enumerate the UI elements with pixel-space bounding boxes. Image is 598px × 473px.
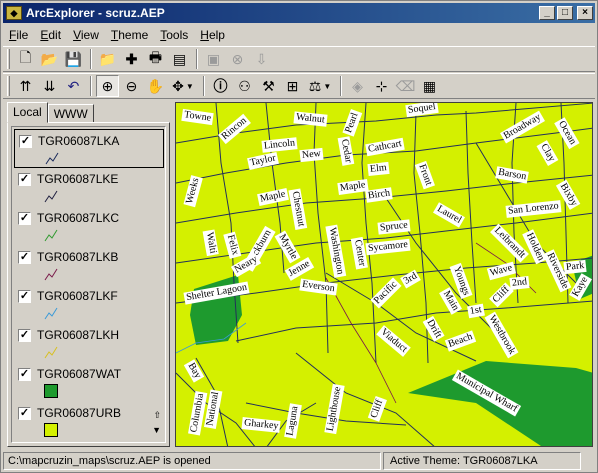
legend-box: ✓ TGR06087LKA ✓ TGR06087LKE ✓ TGR06087LK… xyxy=(7,122,170,447)
find-binoculars-icon[interactable]: ⚇ xyxy=(233,75,256,97)
map-label: New xyxy=(299,147,324,163)
layer-item[interactable]: ✓ TGR06087LKA xyxy=(14,129,164,168)
toolbar-grip[interactable] xyxy=(7,49,10,69)
layer-item[interactable]: ✓ TGR06087URB xyxy=(14,402,164,441)
scroll-down-arrow-icon[interactable]: ▼ xyxy=(152,425,161,435)
map-label: Elm xyxy=(367,161,390,177)
status-bar: C:\mapcruzin_maps\scruz.AEP is opened Ac… xyxy=(3,451,595,471)
layer-item[interactable]: ✓ TGR06087LKC xyxy=(14,207,164,246)
legend-tabs: Local WWW xyxy=(7,102,94,123)
toolbar-separator xyxy=(203,76,205,96)
properties-icon[interactable]: ▦ xyxy=(418,75,441,97)
map-layout-icon[interactable]: ▤ xyxy=(168,48,191,70)
line-symbol-icon xyxy=(45,152,59,165)
layer-visibility-checkbox[interactable]: ✓ xyxy=(18,368,31,381)
save-icon[interactable]: 💾 xyxy=(62,48,85,70)
pan-hand-icon[interactable]: ✋ xyxy=(144,75,167,97)
layer-name: TGR06087LKE xyxy=(37,172,119,186)
new-project-icon[interactable]: 🗋 xyxy=(14,48,37,70)
toolbar-separator xyxy=(90,76,92,96)
layer-name: TGR06087LKA xyxy=(38,134,120,148)
spatial-query-icon[interactable]: ⊞ xyxy=(281,75,304,97)
layer-visibility-checkbox[interactable]: ✓ xyxy=(19,135,32,148)
status-message: C:\mapcruzin_maps\scruz.AEP is opened xyxy=(3,452,381,470)
close-button[interactable]: × xyxy=(577,6,593,20)
menu-view[interactable]: View xyxy=(67,28,105,42)
layer-item[interactable]: ✓ TGR06087WAT xyxy=(14,363,164,402)
app-window: ◆ ArcExplorer - scruz.AEP _ □ × File Edi… xyxy=(0,0,598,473)
map-label: 2nd xyxy=(509,276,530,290)
add-theme-icon[interactable]: ✚ xyxy=(120,48,143,70)
export-icon[interactable]: ⇩ xyxy=(250,48,273,70)
select-feature-icon[interactable]: ◈ xyxy=(346,75,369,97)
open-project-icon[interactable]: 📂 xyxy=(38,48,61,70)
fill-symbol-swatch xyxy=(44,423,58,437)
maximize-button[interactable]: □ xyxy=(557,6,573,20)
toolbar-separator xyxy=(90,49,92,69)
layer-visibility-checkbox[interactable]: ✓ xyxy=(18,173,31,186)
map-label: Park xyxy=(563,259,587,275)
arcexplorer-app-icon: ◆ xyxy=(6,6,22,20)
layer-name: TGR06087LKF xyxy=(37,289,118,303)
query-builder-icon[interactable]: ⚒ xyxy=(257,75,280,97)
layer-name: TGR06087URB xyxy=(37,406,122,420)
layer-item[interactable]: ✓ TGR06087LKE xyxy=(14,168,164,207)
theme-list[interactable]: ✓ TGR06087LKA ✓ TGR06087LKE ✓ TGR06087LK… xyxy=(11,126,166,443)
layer-visibility-checkbox[interactable]: ✓ xyxy=(18,212,31,225)
toolbar-separator xyxy=(340,76,342,96)
measure-icon[interactable]: ⚖ ▼ xyxy=(305,75,335,97)
menu-tools[interactable]: Tools xyxy=(154,28,194,42)
open-folder-icon[interactable]: 📁 xyxy=(96,48,119,70)
menu-file[interactable]: File xyxy=(3,28,34,42)
line-symbol-icon xyxy=(44,307,58,320)
line-symbol-icon xyxy=(44,190,58,203)
layer-name: TGR06087LKC xyxy=(37,211,120,225)
zoom-in-icon[interactable]: ⊕ xyxy=(96,75,119,97)
window-title: ArcExplorer - scruz.AEP xyxy=(26,6,165,20)
layer-visibility-checkbox[interactable]: ✓ xyxy=(18,329,31,342)
toolbar-grip[interactable] xyxy=(7,76,10,96)
minimize-button[interactable]: _ xyxy=(539,6,555,20)
layer-visibility-checkbox[interactable]: ✓ xyxy=(18,290,31,303)
layer-item[interactable]: ✓ TGR06087LKB xyxy=(14,246,164,285)
layer-item[interactable]: ✓ TGR06087LKH xyxy=(14,324,164,363)
fill-symbol-swatch xyxy=(44,384,58,398)
line-symbol-icon xyxy=(44,268,58,281)
menu-edit[interactable]: Edit xyxy=(34,28,67,42)
standard-toolbar: 🗋 📂 💾 📁 ✚ 🖶 ▤ ▣ ⊗ ⇩ xyxy=(3,46,595,72)
delete-theme-icon[interactable]: ⊗ xyxy=(226,48,249,70)
map-view[interactable]: Towne Rincon Walnut Pearl Soquel Broadwa… xyxy=(175,102,593,447)
pan-direction-icon[interactable]: ✥ ▼ xyxy=(168,75,198,97)
tab-www[interactable]: WWW xyxy=(47,104,94,123)
clear-selection-icon[interactable]: ⌫ xyxy=(394,75,417,97)
title-bar: ◆ ArcExplorer - scruz.AEP _ □ × xyxy=(3,3,595,23)
tools-toolbar: ⇈ ⇊ ↶ ⊕ ⊖ ✋ ✥ ▼ ⓘ ⚇ ⚒ ⊞ ⚖ ▼ ◈ ⊹ ⌫ ▦ xyxy=(3,73,595,99)
legend-down-icon[interactable]: ⇊ xyxy=(38,75,61,97)
theme-properties-icon[interactable]: ▣ xyxy=(202,48,225,70)
menu-help[interactable]: Help xyxy=(194,28,231,42)
scroll-up-arrow-icon[interactable]: ⇧ xyxy=(153,410,161,421)
layer-name: TGR06087LKH xyxy=(37,328,120,342)
active-theme-status: Active Theme: TGR06087LKA xyxy=(383,452,581,470)
print-icon[interactable]: 🖶 xyxy=(144,48,167,70)
line-symbol-icon xyxy=(44,346,58,359)
menu-bar: File Edit View Theme Tools Help xyxy=(3,25,231,45)
resize-grip-icon[interactable] xyxy=(581,452,595,470)
toolbar-separator xyxy=(196,49,198,69)
line-symbol-icon xyxy=(44,229,58,242)
legend-panel: Local WWW ✓ TGR06087LKA ✓ TGR06087LKE ✓ … xyxy=(7,102,170,447)
layer-item[interactable]: ✓ TGR06087LKF xyxy=(14,285,164,324)
layer-name: TGR06087WAT xyxy=(37,367,122,381)
select-by-area-icon[interactable]: ⊹ xyxy=(370,75,393,97)
layer-visibility-checkbox[interactable]: ✓ xyxy=(18,407,31,420)
tab-local[interactable]: Local xyxy=(7,102,48,123)
menu-theme[interactable]: Theme xyxy=(105,28,154,42)
undo-icon[interactable]: ↶ xyxy=(62,75,85,97)
zoom-out-icon[interactable]: ⊖ xyxy=(120,75,143,97)
layer-name: TGR06087LKB xyxy=(37,250,119,264)
legend-up-icon[interactable]: ⇈ xyxy=(14,75,37,97)
identify-icon[interactable]: ⓘ xyxy=(209,75,232,97)
layer-visibility-checkbox[interactable]: ✓ xyxy=(18,251,31,264)
